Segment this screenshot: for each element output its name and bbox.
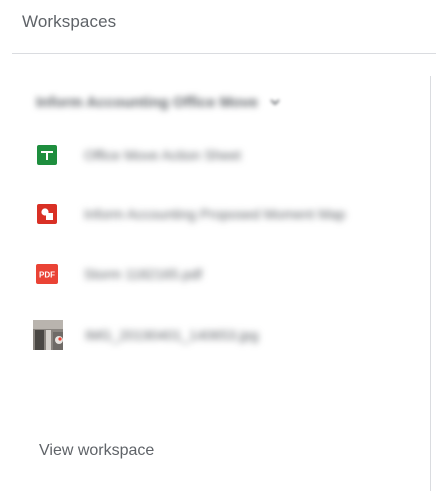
card-border: [430, 76, 431, 491]
file-item-sheet[interactable]: Office Move Action Sheet: [36, 140, 241, 170]
file-name: Inform Accounting Proposed Moment Map: [84, 206, 346, 222]
image-thumbnail: [33, 320, 63, 350]
file-item-slides[interactable]: Inform Accounting Proposed Moment Map: [36, 199, 345, 229]
file-name: Storm 1182165.pdf: [84, 266, 203, 282]
view-workspace-link[interactable]: View workspace: [39, 442, 154, 460]
workspace-name: Inform Accounting Office Move: [36, 93, 258, 111]
file-item-pdf[interactable]: PDF Storm 1182165.pdf: [36, 259, 202, 289]
workspaces-panel: Workspaces Inform Accounting Office Move…: [0, 0, 436, 491]
google-slides-icon: [36, 203, 58, 225]
google-sheets-icon: [36, 144, 58, 166]
file-item-image[interactable]: IMG_20190401_140653.jpg: [33, 320, 259, 350]
panel-header: Workspaces: [0, 0, 436, 52]
pdf-icon-text: PDF: [39, 271, 55, 280]
workspace-heading[interactable]: Inform Accounting Office Move: [36, 90, 280, 114]
header-divider: [12, 53, 436, 54]
file-name: Office Move Action Sheet: [84, 147, 241, 163]
chevron-down-icon: [270, 99, 280, 106]
pdf-icon: PDF: [36, 263, 58, 285]
panel-title: Workspaces: [22, 12, 117, 31]
file-name: IMG_20190401_140653.jpg: [85, 327, 259, 343]
